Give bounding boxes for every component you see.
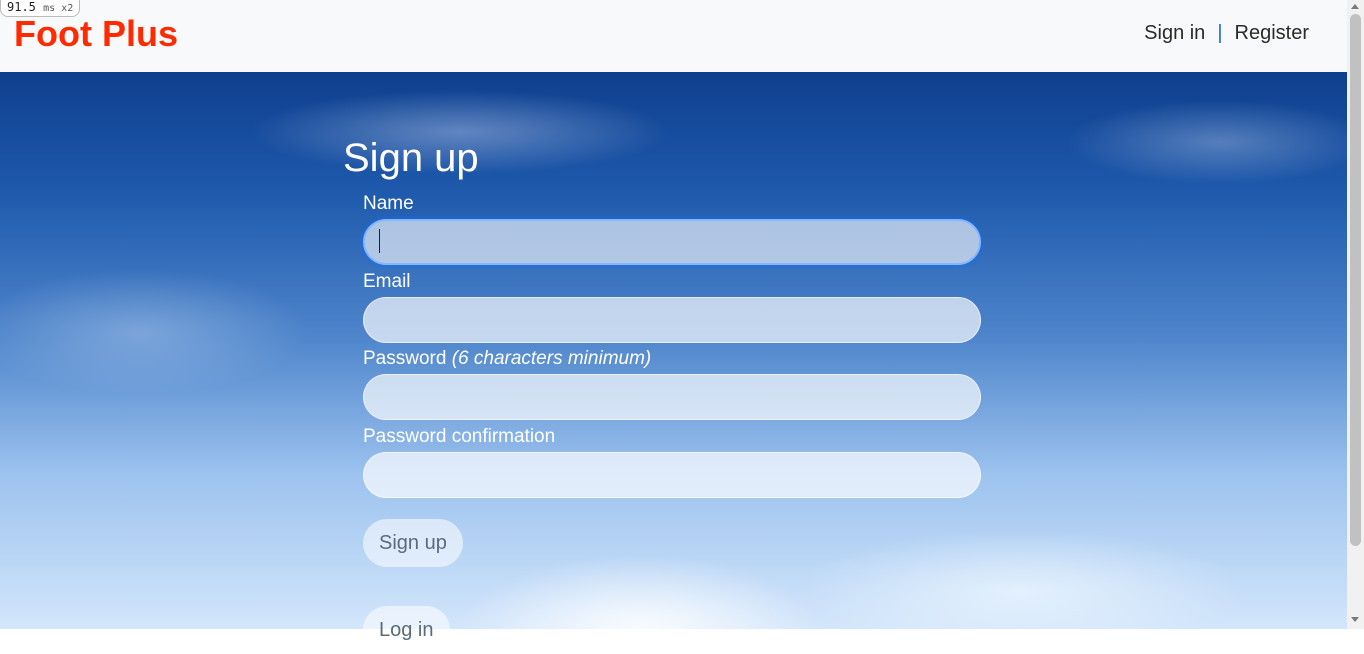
email-input[interactable] xyxy=(363,297,981,343)
email-label: Email xyxy=(363,271,411,292)
password-confirmation-label: Password confirmation xyxy=(363,426,556,447)
vertical-scrollbar[interactable] xyxy=(1347,0,1364,629)
cloud-background xyxy=(0,72,1347,629)
name-input[interactable] xyxy=(363,219,981,265)
auth-links: Sign in | Register xyxy=(1144,22,1309,45)
password-label: Password xyxy=(363,348,447,369)
password-confirmation-input[interactable] xyxy=(363,452,981,498)
page-title: Sign up xyxy=(343,136,479,180)
password-hint: (6 characters minimum) xyxy=(451,348,652,369)
brand-logo[interactable]: Foot Plus xyxy=(14,12,178,56)
perf-value: 91.5 xyxy=(7,0,36,14)
perf-badge: 91.5 ms x2 xyxy=(0,0,81,17)
password-input[interactable] xyxy=(363,374,981,420)
log-in-button[interactable]: Log in xyxy=(363,606,450,654)
scroll-thumb[interactable] xyxy=(1350,14,1361,546)
top-navbar: Foot Plus Sign in | Register xyxy=(0,0,1347,72)
name-label: Name xyxy=(363,193,414,214)
perf-unit: ms x2 xyxy=(43,3,74,14)
nav-separator: | xyxy=(1217,22,1223,44)
sign-up-button[interactable]: Sign up xyxy=(363,519,463,567)
scroll-down-arrow-icon[interactable] xyxy=(1351,617,1359,622)
text-caret xyxy=(379,229,380,253)
scroll-up-arrow-icon[interactable] xyxy=(1351,4,1359,9)
register-link[interactable]: Register xyxy=(1235,22,1309,45)
sign-in-link[interactable]: Sign in xyxy=(1144,22,1205,45)
password-label-row: Password (6 characters minimum) xyxy=(363,348,651,370)
